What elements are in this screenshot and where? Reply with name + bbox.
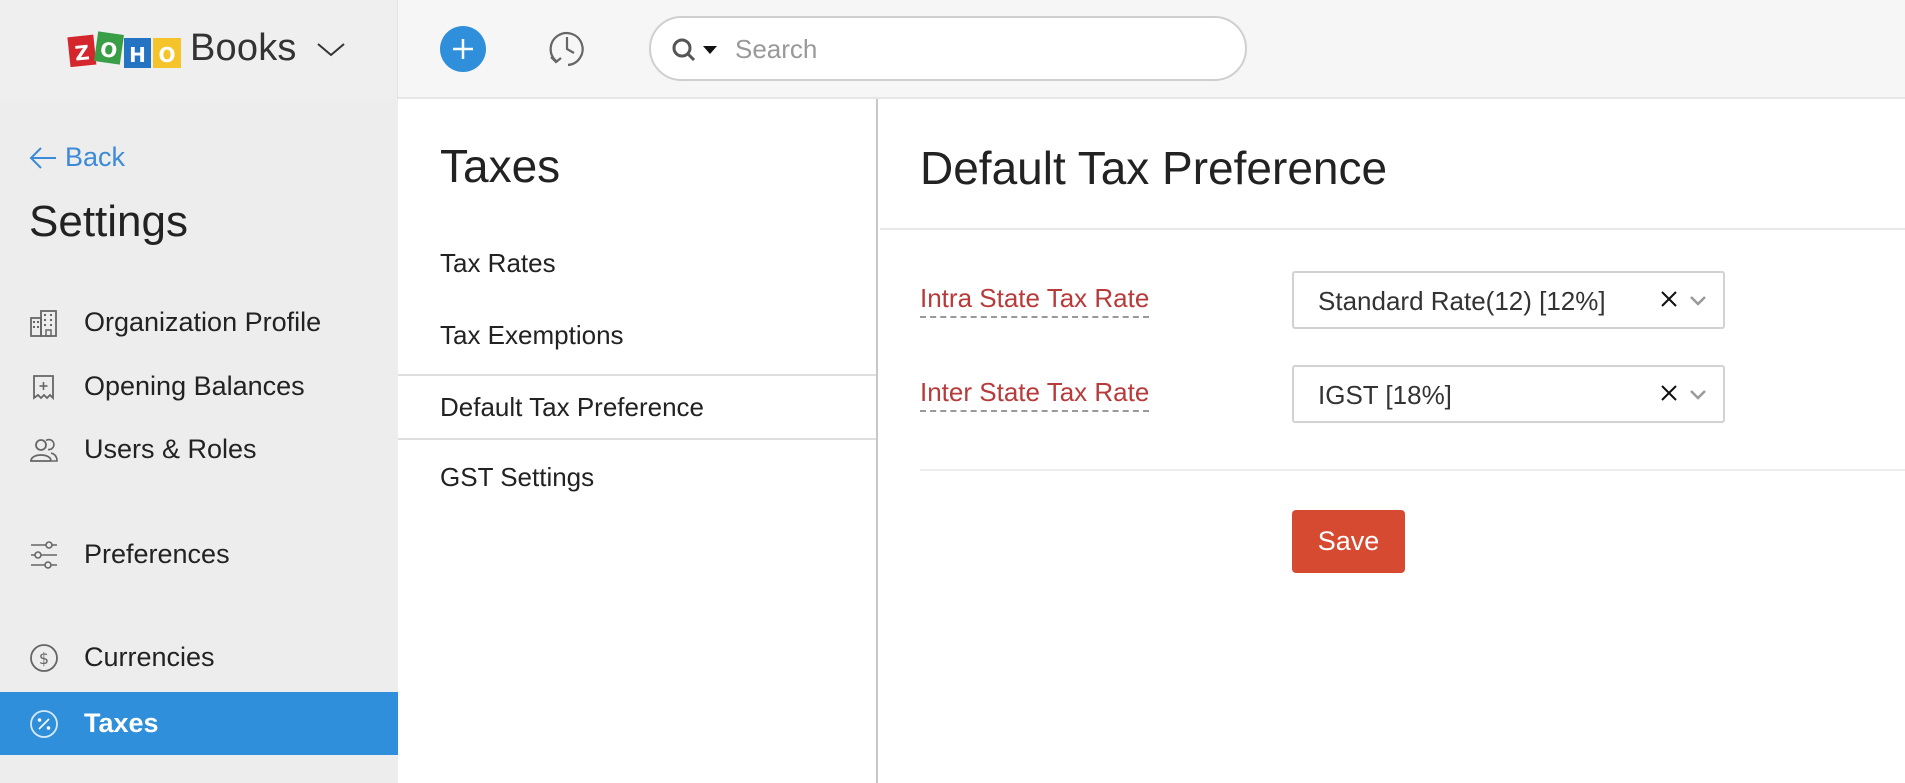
settings-sidebar: Back Settings Organization Profile Openi… <box>0 99 398 783</box>
svg-text:$: $ <box>39 649 49 668</box>
svg-text:Z: Z <box>74 40 91 65</box>
page-title: Default Tax Preference <box>920 142 1388 194</box>
sidebar-item-organization-profile[interactable]: Organization Profile <box>0 291 398 354</box>
zoho-logo-icon: Z O H O <box>67 31 181 68</box>
header-divider <box>880 228 1905 230</box>
chevron-down-icon[interactable] <box>1689 389 1707 401</box>
save-button[interactable]: Save <box>1292 510 1405 573</box>
search-box[interactable] <box>649 16 1247 81</box>
svg-text:O: O <box>158 43 175 67</box>
taxes-subnav: Taxes Tax Rates Tax Exemptions Default T… <box>398 99 878 783</box>
chevron-down-icon[interactable] <box>1689 295 1707 307</box>
intra-state-tax-select[interactable]: Standard Rate(12) [12%] <box>1292 271 1725 329</box>
nav-label: Preferences <box>84 539 230 569</box>
subnav-item-gst-settings[interactable]: GST Settings <box>398 444 876 510</box>
intra-state-tax-label: Intra State Tax Rate <box>920 283 1150 318</box>
brand-name: Books <box>190 27 297 69</box>
building-icon <box>30 310 57 337</box>
history-icon[interactable] <box>546 28 588 70</box>
sidebar-item-opening-balances[interactable]: Opening Balances <box>0 355 398 418</box>
sliders-icon <box>31 541 57 569</box>
plus-icon <box>453 39 473 59</box>
nav-label: Opening Balances <box>84 371 305 401</box>
svg-text:O: O <box>99 37 119 63</box>
sidebar-item-users-roles[interactable]: Users & Roles <box>0 418 398 481</box>
arrow-left-icon <box>29 146 56 169</box>
percent-circle-icon <box>30 710 58 738</box>
sidebar-item-preferences[interactable]: Preferences <box>0 523 398 586</box>
top-bar: Z O H O Books <box>0 0 1905 99</box>
subnav-item-tax-rates[interactable]: Tax Rates <box>398 230 876 296</box>
select-value: IGST [18%] <box>1318 380 1452 410</box>
search-icon[interactable] <box>671 37 697 63</box>
dollar-circle-icon: $ <box>30 644 58 672</box>
settings-title: Settings <box>29 197 188 246</box>
search-input[interactable] <box>735 28 1225 70</box>
svg-text:H: H <box>129 43 146 67</box>
chevron-down-icon[interactable] <box>316 42 346 58</box>
add-new-button[interactable] <box>440 26 486 72</box>
subnav-item-default-tax-preference[interactable]: Default Tax Preference <box>398 374 876 440</box>
users-icon <box>30 438 58 462</box>
back-link[interactable]: Back <box>29 142 125 173</box>
nav-label: Currencies <box>84 642 215 672</box>
inter-state-tax-label: Inter State Tax Rate <box>920 377 1150 412</box>
nav-label: Organization Profile <box>84 307 322 337</box>
clear-icon[interactable] <box>1659 383 1679 403</box>
search-scope-dropdown-icon[interactable] <box>703 46 717 54</box>
default-tax-preference-panel: Default Tax Preference Intra State Tax R… <box>880 99 1905 783</box>
subnav-item-tax-exemptions[interactable]: Tax Exemptions <box>398 302 876 368</box>
back-label: Back <box>65 142 126 172</box>
clear-icon[interactable] <box>1659 289 1679 309</box>
nav-label: Users & Roles <box>84 434 257 464</box>
receipt-icon <box>33 375 54 401</box>
sidebar-item-taxes[interactable]: Taxes <box>0 692 398 755</box>
sidebar-item-currencies[interactable]: $ Currencies <box>0 626 398 689</box>
form-divider <box>920 469 1905 471</box>
nav-label: Taxes <box>84 708 159 738</box>
select-value: Standard Rate(12) [12%] <box>1318 286 1606 316</box>
subnav-title: Taxes <box>440 140 561 192</box>
inter-state-tax-select[interactable]: IGST [18%] <box>1292 365 1725 423</box>
brand-area[interactable]: Z O H O Books <box>0 0 398 99</box>
